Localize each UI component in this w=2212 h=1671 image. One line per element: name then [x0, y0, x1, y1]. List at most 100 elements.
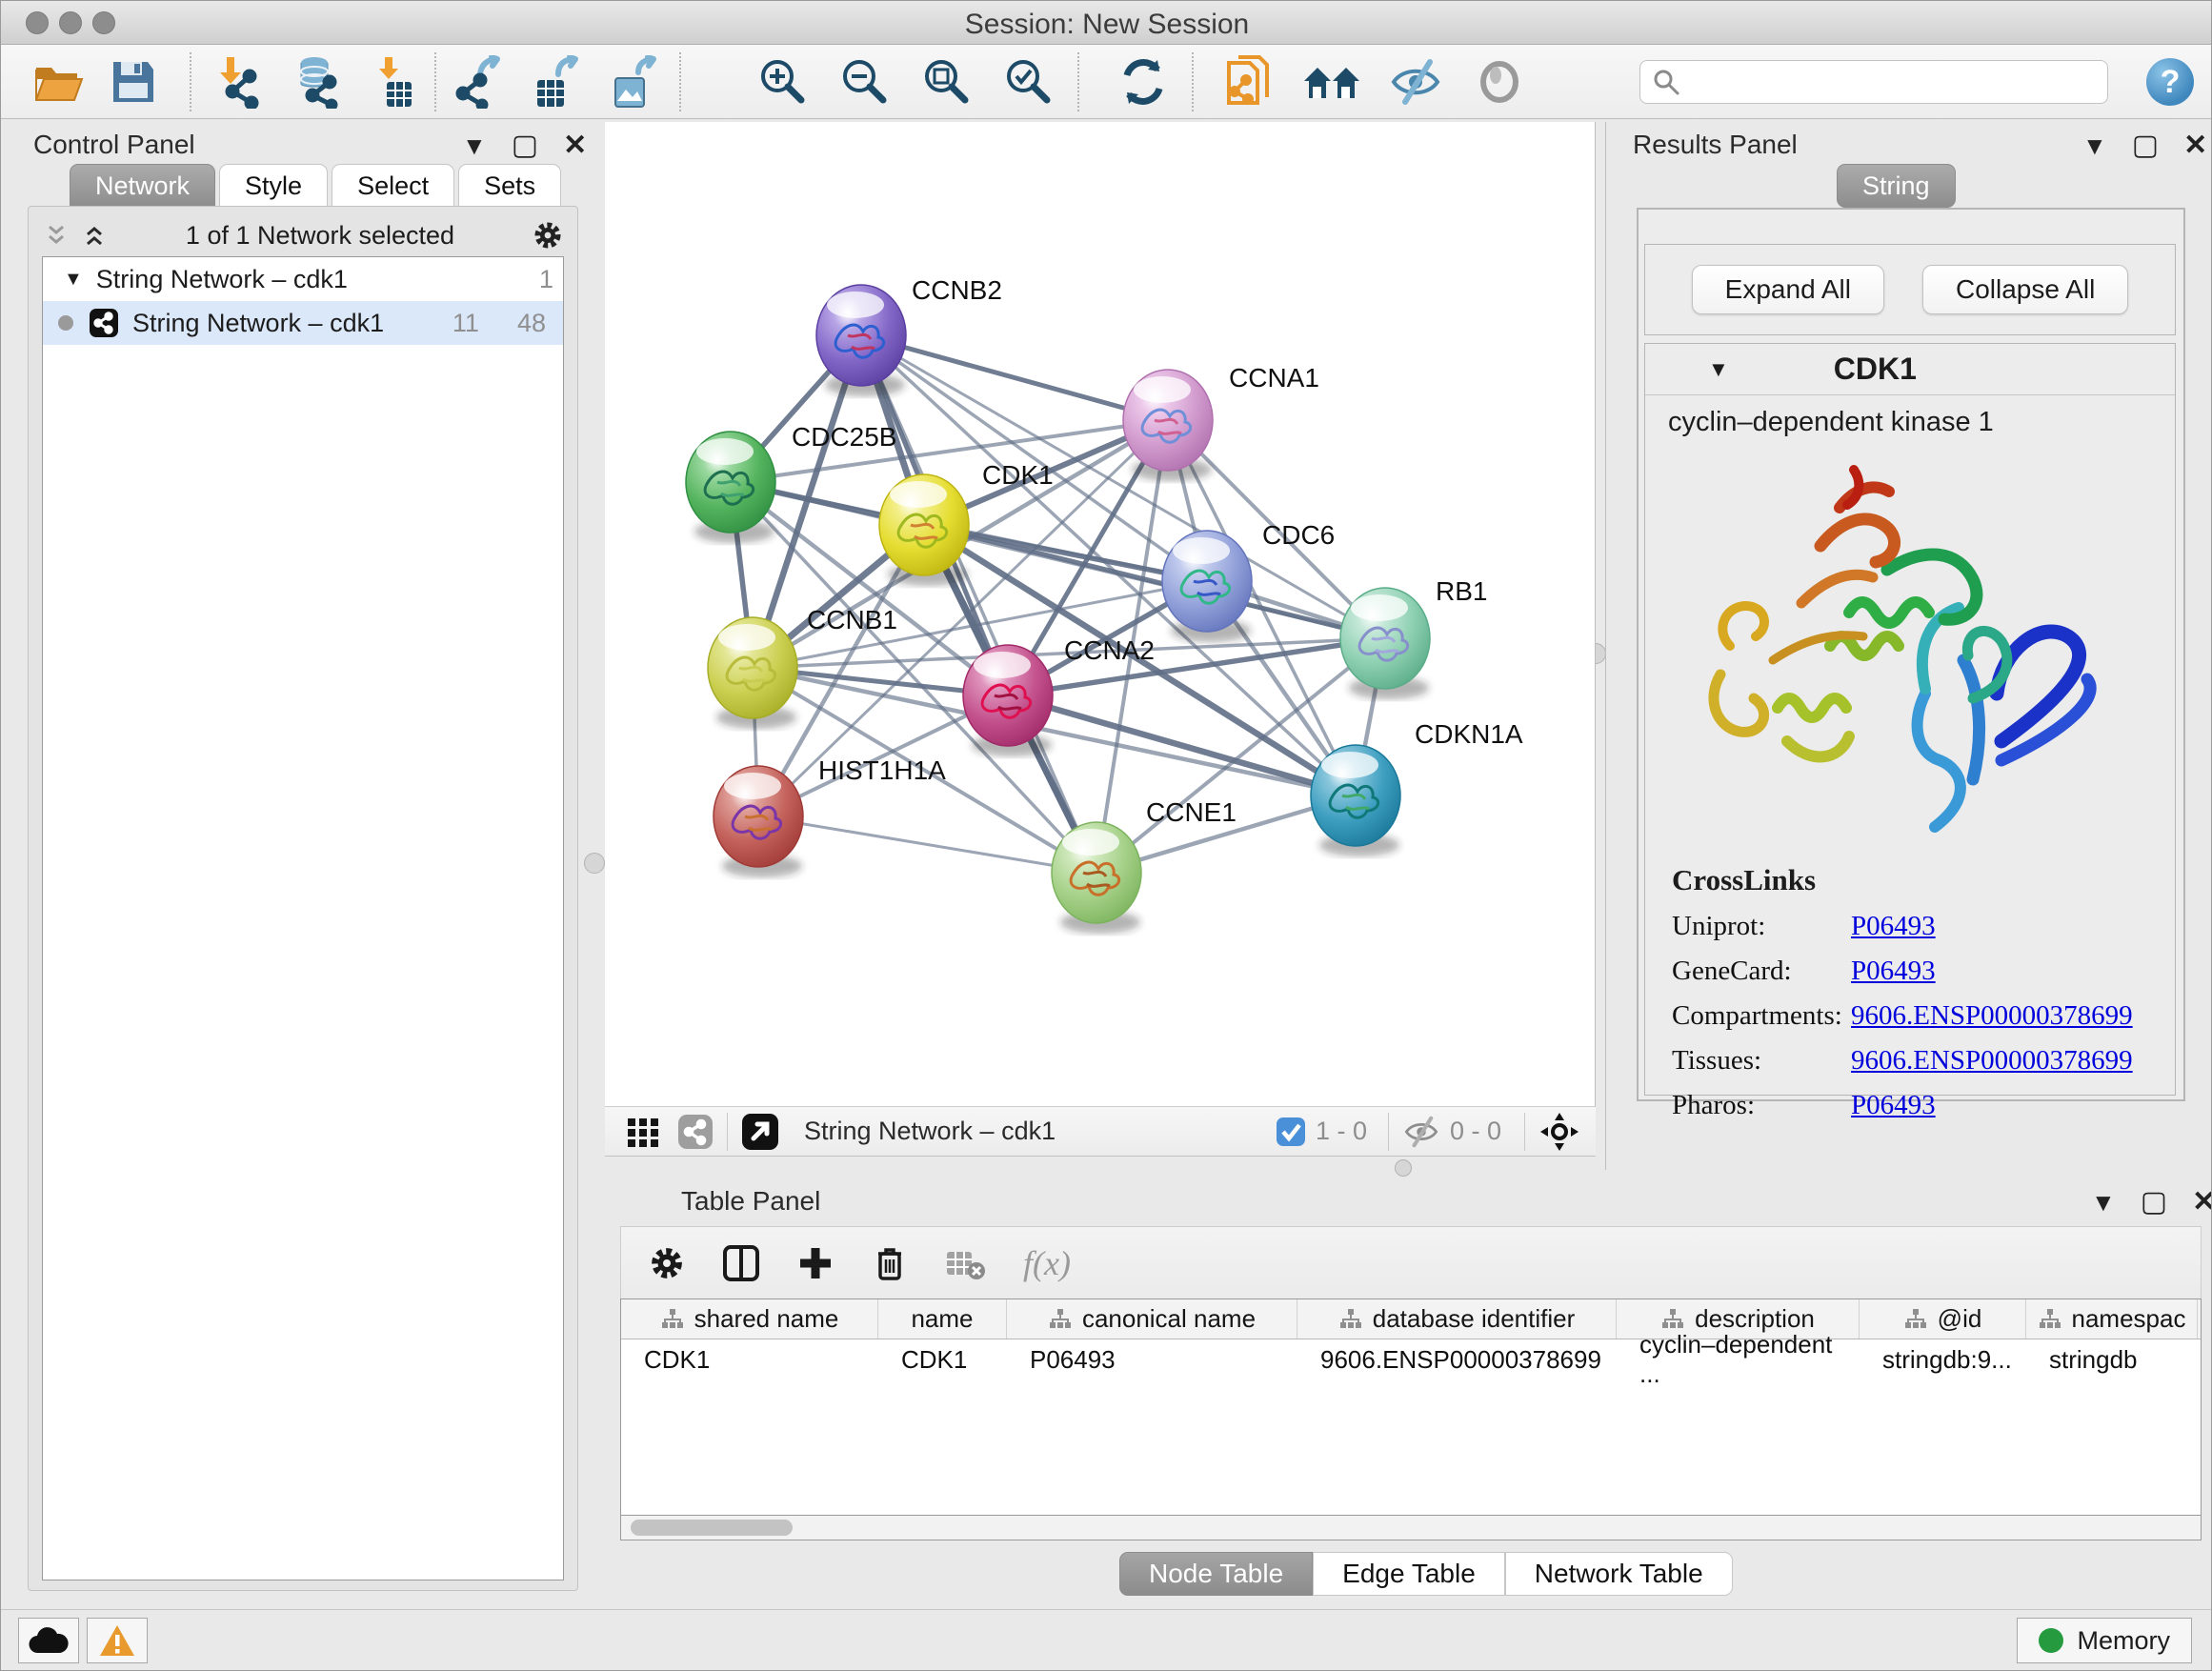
node-HIST1H1A[interactable]: HIST1H1A	[714, 755, 946, 877]
export-image-icon[interactable]	[605, 55, 664, 109]
column-header-shared-name[interactable]: shared name	[621, 1299, 878, 1339]
gene-card-header[interactable]: ▼ CDK1	[1645, 344, 2175, 395]
export-network-icon[interactable]	[449, 55, 508, 109]
table-cell[interactable]: CDK1	[878, 1339, 1007, 1379]
open-session-icon[interactable]	[30, 55, 89, 109]
left-splitter-handle[interactable]	[584, 853, 605, 874]
crosslink-link[interactable]: 9606.ENSP00000378699	[1851, 1000, 2133, 1032]
control-panel-title: Control Panel	[33, 130, 195, 160]
expand-all-chevrons-icon[interactable]	[80, 221, 109, 250]
column-header-database-identifier[interactable]: database identifier	[1297, 1299, 1617, 1339]
column-header-namespac[interactable]: namespac	[2026, 1299, 2198, 1339]
close-panel-icon[interactable]: ✕	[563, 131, 587, 160]
collapse-all-chevrons-icon[interactable]	[42, 221, 70, 250]
collapse-panel-icon[interactable]: ▼	[2091, 1190, 2116, 1215]
float-panel-icon[interactable]: ▢	[2141, 1188, 2167, 1217]
crosslink-row: Tissues:9606.ENSP00000378699	[1672, 1045, 2175, 1077]
node-RB1[interactable]: RB1	[1340, 576, 1487, 699]
warnings-button[interactable]	[87, 1618, 148, 1663]
node-CDK1[interactable]: CDK1	[879, 460, 1054, 586]
export-table-icon[interactable]	[527, 55, 586, 109]
collapse-panel-icon[interactable]: ▼	[2082, 133, 2107, 158]
tab-node-table[interactable]: Node Table	[1119, 1552, 1313, 1596]
column-header-canonical-name[interactable]: canonical name	[1007, 1299, 1297, 1339]
zoom-selected-icon[interactable]	[999, 55, 1058, 109]
tab-string[interactable]: String	[1837, 164, 1956, 208]
tab-network[interactable]: Network	[70, 164, 215, 208]
hide-selected-eye-slash-icon[interactable]	[1386, 55, 1445, 109]
node-CCNE1[interactable]: CCNE1	[1052, 797, 1237, 934]
delete-column-trash-icon[interactable]	[871, 1244, 909, 1282]
memory-button[interactable]: Memory	[2017, 1618, 2192, 1663]
column-header-name[interactable]: name	[878, 1299, 1007, 1339]
crosslink-row: Uniprot:P06493	[1672, 911, 2175, 942]
tab-style[interactable]: Style	[219, 164, 328, 208]
node-label-CCNA2: CCNA2	[1064, 635, 1155, 665]
gene-expander-icon[interactable]: ▼	[1708, 357, 1729, 382]
node-CDC25B[interactable]: CDC25B	[686, 422, 896, 543]
collapse-all-button[interactable]: Collapse All	[1922, 265, 2128, 314]
tree-expander-icon[interactable]: ▼	[64, 269, 83, 291]
show-columns-icon[interactable]	[722, 1244, 760, 1282]
import-table-file-icon[interactable]	[365, 55, 424, 109]
table-row[interactable]: CDK1CDK1P064939606.ENSP00000378699cyclin…	[621, 1339, 2201, 1379]
column-header-label: database identifier	[1373, 1304, 1575, 1334]
float-panel-icon[interactable]: ▢	[2132, 131, 2159, 160]
column-attribute-icon	[2038, 1307, 2062, 1332]
tab-sets[interactable]: Sets	[458, 164, 561, 208]
network-row[interactable]: String Network – cdk1 11 48	[43, 301, 563, 345]
column-header--id[interactable]: @id	[1860, 1299, 2026, 1339]
zoom-in-icon[interactable]	[754, 55, 813, 109]
network-view-toolbar: String Network – cdk1 1 - 0 0 - 0	[605, 1106, 1596, 1157]
collapse-panel-icon[interactable]: ▼	[462, 133, 487, 158]
houses-icon[interactable]	[1302, 55, 1361, 109]
table-cell[interactable]: 9606.ENSP00000378699	[1297, 1339, 1617, 1379]
save-session-icon[interactable]	[104, 55, 163, 109]
zoom-fit-icon[interactable]	[917, 55, 976, 109]
table-horizontal-scrollbar[interactable]	[620, 1516, 2202, 1540]
table-cell[interactable]: cyclin–dependent ...	[1617, 1339, 1860, 1379]
tab-edge-table[interactable]: Edge Table	[1313, 1552, 1505, 1596]
tab-network-table[interactable]: Network Table	[1505, 1552, 1733, 1596]
network-view-share-icon[interactable]	[677, 1114, 714, 1150]
table-cell[interactable]: P06493	[1007, 1339, 1297, 1379]
network-collection-row[interactable]: ▼ String Network – cdk1 1	[43, 257, 563, 301]
close-panel-icon[interactable]: ✕	[2192, 1188, 2212, 1217]
crosslink-label: Pharos:	[1672, 1090, 1851, 1121]
grid-view-icon[interactable]	[626, 1115, 660, 1149]
birds-eye-crosshair-icon[interactable]	[1538, 1111, 1580, 1153]
node-label-CCNB2: CCNB2	[912, 275, 1002, 305]
close-panel-icon[interactable]: ✕	[2183, 131, 2207, 160]
table-cell[interactable]: CDK1	[621, 1339, 878, 1379]
horizontal-splitter-handle[interactable]	[1395, 1159, 1412, 1177]
node-CDC6[interactable]: CDC6	[1162, 520, 1335, 642]
cloud-button[interactable]	[18, 1618, 79, 1663]
new-network-from-selection-icon[interactable]	[1218, 55, 1277, 109]
crosslink-link[interactable]: P06493	[1851, 1090, 1936, 1121]
global-search-input[interactable]	[1639, 60, 2108, 104]
import-network-database-icon[interactable]	[287, 55, 346, 109]
node-CCNA1[interactable]: CCNA1	[1123, 363, 1319, 481]
expand-all-button[interactable]: Expand All	[1692, 265, 1884, 314]
scrollbar-thumb[interactable]	[631, 1520, 793, 1536]
float-panel-icon[interactable]: ▢	[512, 131, 538, 160]
import-network-file-icon[interactable]	[209, 55, 268, 109]
crosslink-link[interactable]: P06493	[1851, 911, 1936, 942]
show-hidden-eye-icon	[1470, 55, 1529, 109]
crosslink-link[interactable]: 9606.ENSP00000378699	[1851, 1045, 2133, 1077]
table-settings-gear-icon[interactable]	[648, 1244, 686, 1282]
gear-icon[interactable]	[532, 219, 564, 252]
tab-select[interactable]: Select	[332, 164, 454, 208]
zoom-out-icon[interactable]	[835, 55, 895, 109]
help-button[interactable]: ?	[2146, 58, 2194, 106]
apply-layout-icon[interactable]	[1114, 55, 1173, 109]
crosslink-link[interactable]: P06493	[1851, 956, 1936, 987]
table-cell[interactable]: stringdb	[2026, 1339, 2198, 1379]
node-CDKN1A[interactable]: CDKN1A	[1311, 719, 1523, 856]
table-cell[interactable]: stringdb:9...	[1860, 1339, 2026, 1379]
view-toolbar-separator	[1388, 1113, 1389, 1151]
selected-checkbox-icon[interactable]	[1276, 1117, 1306, 1147]
add-column-plus-icon[interactable]	[796, 1244, 835, 1282]
open-in-new-window-icon[interactable]	[741, 1113, 779, 1151]
network-canvas[interactable]: CCNB2CCNA1CDC25BCDK1CDC6RB1CCNB1CCNA2CDK…	[605, 122, 1596, 1106]
